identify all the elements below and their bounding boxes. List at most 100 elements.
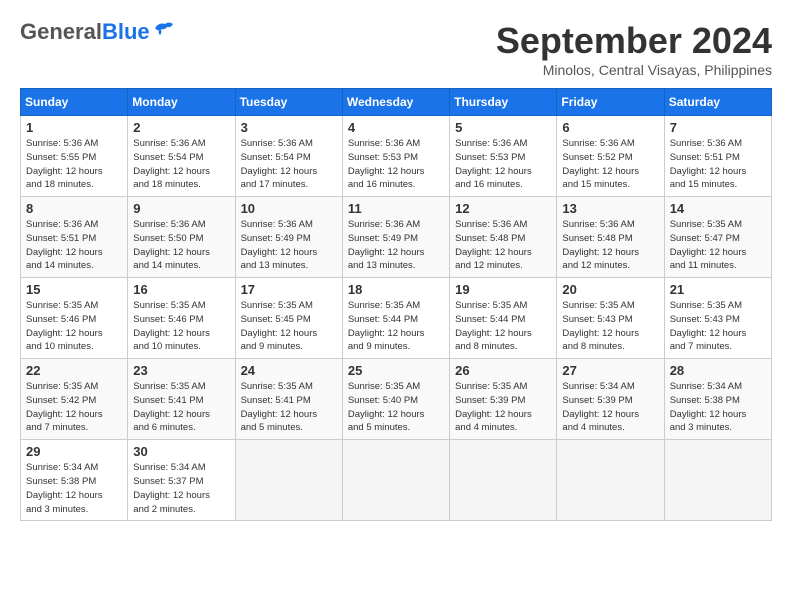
- day-info: Sunrise: 5:36 AM Sunset: 5:50 PM Dayligh…: [133, 218, 229, 273]
- day-number: 29: [26, 444, 122, 459]
- table-row: 15Sunrise: 5:35 AM Sunset: 5:46 PM Dayli…: [21, 278, 128, 359]
- day-info: Sunrise: 5:36 AM Sunset: 5:53 PM Dayligh…: [348, 137, 444, 192]
- col-friday: Friday: [557, 89, 664, 116]
- table-row: 12Sunrise: 5:36 AM Sunset: 5:48 PM Dayli…: [450, 197, 557, 278]
- day-number: 13: [562, 201, 658, 216]
- day-info: Sunrise: 5:35 AM Sunset: 5:46 PM Dayligh…: [133, 299, 229, 354]
- table-row: 23 Sunrise: 5:35 AM Sunset: 5:41 PM Dayli…: [128, 359, 235, 440]
- table-row: 11 Sunrise: 5:36 AM Sunset: 5:49 PM Dayli…: [342, 197, 449, 278]
- day-info: Sunrise: 5:36 AM Sunset: 5:51 PM Dayligh…: [26, 218, 122, 273]
- calendar-table: Sunday Monday Tuesday Wednesday Thursday…: [20, 88, 772, 521]
- day-info: Sunrise: 5:35 AM Sunset: 5:44 PM Dayligh…: [455, 299, 551, 354]
- table-row: [664, 440, 771, 521]
- day-number: 28: [670, 363, 766, 378]
- col-monday: Monday: [128, 89, 235, 116]
- day-number: 10: [241, 201, 337, 216]
- month-title: September 2024: [496, 20, 772, 62]
- table-row: 7 Sunrise: 5:36 AM Sunset: 5:51 PM Daylig…: [664, 116, 771, 197]
- day-number: 5: [455, 120, 551, 135]
- col-tuesday: Tuesday: [235, 89, 342, 116]
- day-info: Sunrise: 5:35 AM Sunset: 5:39 PM Dayligh…: [455, 380, 551, 435]
- table-row: 10 Sunrise: 5:36 AM Sunset: 5:49 PM Dayli…: [235, 197, 342, 278]
- table-row: 27Sunrise: 5:34 AM Sunset: 5:39 PM Dayli…: [557, 359, 664, 440]
- day-number: 18: [348, 282, 444, 297]
- day-info: Sunrise: 5:36 AM Sunset: 5:54 PM Dayligh…: [241, 137, 337, 192]
- logo-general: General: [20, 21, 102, 43]
- table-row: 20 Sunrise: 5:35 AM Sunset: 5:43 PM Dayli…: [557, 278, 664, 359]
- day-info: Sunrise: 5:35 AM Sunset: 5:40 PM Dayligh…: [348, 380, 444, 435]
- table-row: [450, 440, 557, 521]
- day-info: Sunrise: 5:36 AM Sunset: 5:53 PM Dayligh…: [455, 137, 551, 192]
- calendar-header-row: Sunday Monday Tuesday Wednesday Thursday…: [21, 89, 772, 116]
- day-info: Sunrise: 5:35 AM Sunset: 5:43 PM Dayligh…: [670, 299, 766, 354]
- day-number: 23: [133, 363, 229, 378]
- day-number: 16: [133, 282, 229, 297]
- table-row: [342, 440, 449, 521]
- day-info: Sunrise: 5:35 AM Sunset: 5:45 PM Dayligh…: [241, 299, 337, 354]
- day-number: 30: [133, 444, 229, 459]
- calendar-row: 15 Sunrise: 5:35 AM Sunset: 5:46 PM Dayli…: [21, 278, 772, 359]
- col-sunday: Sunday: [21, 89, 128, 116]
- day-info: Sunrise: 5:35 AM Sunset: 5:44 PM Dayligh…: [348, 299, 444, 354]
- day-info: Sunrise: 5:36 AM Sunset: 5:51 PM Dayligh…: [670, 137, 766, 192]
- table-row: 17 Sunrise: 5:35 AM Sunset: 5:45 PM Dayli…: [235, 278, 342, 359]
- table-row: 6 Sunrise: 5:36 AM Sunset: 5:52 PM Daylig…: [557, 116, 664, 197]
- day-number: 2: [133, 120, 229, 135]
- table-row: 21Sunrise: 5:35 AM Sunset: 5:43 PM Dayli…: [664, 278, 771, 359]
- calendar-row: 29Sunrise: 5:34 AM Sunset: 5:38 PM Dayli…: [21, 440, 772, 521]
- day-info: Sunrise: 5:36 AM Sunset: 5:52 PM Dayligh…: [562, 137, 658, 192]
- col-saturday: Saturday: [664, 89, 771, 116]
- table-row: 1 Sunrise: 5:36 AM Sunset: 5:55 PM Daylig…: [21, 116, 128, 197]
- day-number: 11: [348, 201, 444, 216]
- calendar-row: 22Sunrise: 5:35 AM Sunset: 5:42 PM Dayli…: [21, 359, 772, 440]
- day-number: 19: [455, 282, 551, 297]
- day-number: 4: [348, 120, 444, 135]
- day-number: 20: [562, 282, 658, 297]
- table-row: 5 Sunrise: 5:36 AM Sunset: 5:53 PM Daylig…: [450, 116, 557, 197]
- day-info: Sunrise: 5:36 AM Sunset: 5:49 PM Dayligh…: [348, 218, 444, 273]
- day-info: Sunrise: 5:36 AM Sunset: 5:48 PM Dayligh…: [562, 218, 658, 273]
- day-info: Sunrise: 5:35 AM Sunset: 5:43 PM Dayligh…: [562, 299, 658, 354]
- day-number: 17: [241, 282, 337, 297]
- day-info: Sunrise: 5:36 AM Sunset: 5:48 PM Dayligh…: [455, 218, 551, 273]
- day-number: 7: [670, 120, 766, 135]
- day-number: 6: [562, 120, 658, 135]
- title-area: September 2024 Minolos, Central Visayas,…: [496, 20, 772, 78]
- table-row: 3 Sunrise: 5:36 AM Sunset: 5:54 PM Daylig…: [235, 116, 342, 197]
- day-number: 8: [26, 201, 122, 216]
- table-row: 28 Sunrise: 5:34 AM Sunset: 5:38 PM Dayli…: [664, 359, 771, 440]
- day-number: 15: [26, 282, 122, 297]
- calendar-row: 8 Sunrise: 5:36 AM Sunset: 5:51 PM Daylig…: [21, 197, 772, 278]
- table-row: 25Sunrise: 5:35 AM Sunset: 5:40 PM Dayli…: [342, 359, 449, 440]
- table-row: 22Sunrise: 5:35 AM Sunset: 5:42 PM Dayli…: [21, 359, 128, 440]
- col-wednesday: Wednesday: [342, 89, 449, 116]
- table-row: 24 Sunrise: 5:35 AM Sunset: 5:41 PM Dayli…: [235, 359, 342, 440]
- logo-blue: Blue: [102, 21, 150, 43]
- day-info: Sunrise: 5:34 AM Sunset: 5:38 PM Dayligh…: [670, 380, 766, 435]
- day-number: 1: [26, 120, 122, 135]
- day-info: Sunrise: 5:35 AM Sunset: 5:41 PM Dayligh…: [133, 380, 229, 435]
- col-thursday: Thursday: [450, 89, 557, 116]
- table-row: 30 Sunrise: 5:34 AM Sunset: 5:37 PM Dayli…: [128, 440, 235, 521]
- table-row: 18 Sunrise: 5:35 AM Sunset: 5:44 PM Dayli…: [342, 278, 449, 359]
- logo: General Blue: [20, 20, 175, 43]
- table-row: 16 Sunrise: 5:35 AM Sunset: 5:46 PM Dayli…: [128, 278, 235, 359]
- day-info: Sunrise: 5:35 AM Sunset: 5:47 PM Dayligh…: [670, 218, 766, 273]
- day-info: Sunrise: 5:36 AM Sunset: 5:55 PM Dayligh…: [26, 137, 122, 192]
- day-number: 22: [26, 363, 122, 378]
- table-row: 2Sunrise: 5:36 AM Sunset: 5:54 PM Daylig…: [128, 116, 235, 197]
- day-number: 27: [562, 363, 658, 378]
- day-number: 3: [241, 120, 337, 135]
- day-number: 9: [133, 201, 229, 216]
- table-row: 13 Sunrise: 5:36 AM Sunset: 5:48 PM Dayli…: [557, 197, 664, 278]
- day-info: Sunrise: 5:36 AM Sunset: 5:49 PM Dayligh…: [241, 218, 337, 273]
- table-row: 8 Sunrise: 5:36 AM Sunset: 5:51 PM Daylig…: [21, 197, 128, 278]
- table-row: 29Sunrise: 5:34 AM Sunset: 5:38 PM Dayli…: [21, 440, 128, 521]
- day-info: Sunrise: 5:35 AM Sunset: 5:41 PM Dayligh…: [241, 380, 337, 435]
- day-number: 26: [455, 363, 551, 378]
- table-row: 26 Sunrise: 5:35 AM Sunset: 5:39 PM Dayli…: [450, 359, 557, 440]
- day-info: Sunrise: 5:34 AM Sunset: 5:37 PM Dayligh…: [133, 461, 229, 516]
- day-number: 24: [241, 363, 337, 378]
- table-row: 19 Sunrise: 5:35 AM Sunset: 5:44 PM Dayli…: [450, 278, 557, 359]
- table-row: 14Sunrise: 5:35 AM Sunset: 5:47 PM Dayli…: [664, 197, 771, 278]
